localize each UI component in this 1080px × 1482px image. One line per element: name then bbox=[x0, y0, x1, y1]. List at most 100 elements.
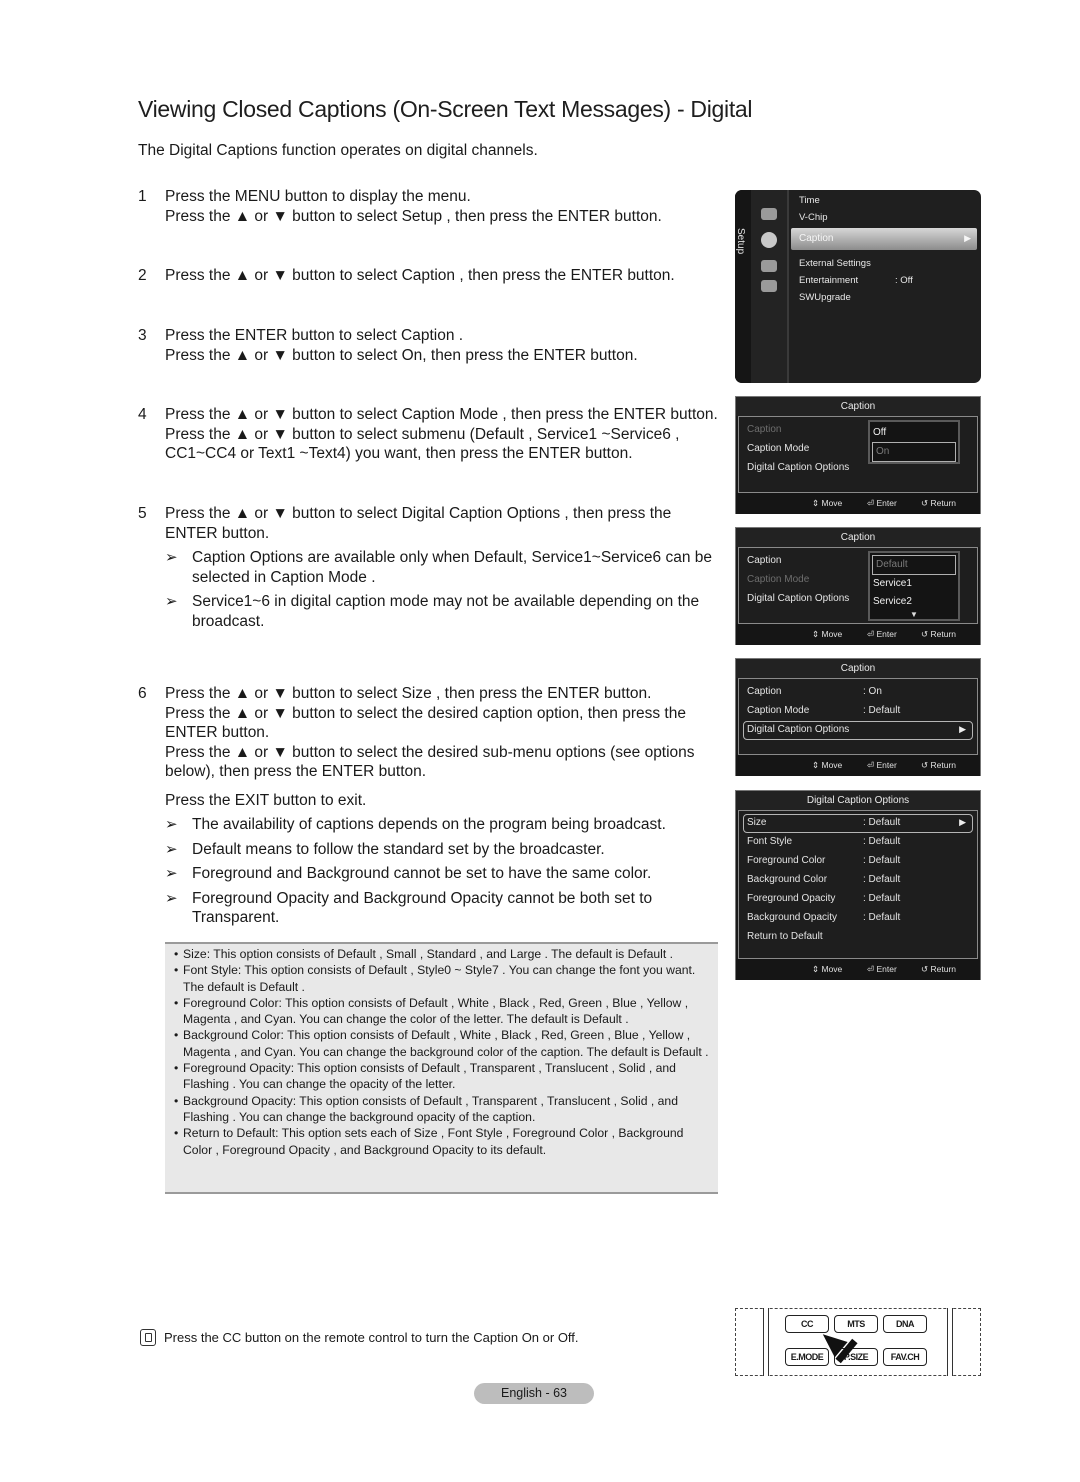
caption-dropdown[interactable]: Off On bbox=[868, 420, 960, 464]
cc-button[interactable]: CC bbox=[785, 1315, 829, 1333]
panel-body: Caption : On Caption Mode : Default ▶ Di… bbox=[738, 678, 978, 755]
options-info-box: • Size: This option consists of Default ,… bbox=[165, 942, 718, 1194]
input-icon[interactable] bbox=[761, 260, 777, 272]
row-background-color-value: : Default bbox=[863, 874, 901, 885]
caption-mode-screen: Caption Caption Caption Mode Digital Cap… bbox=[735, 527, 981, 645]
row-size-selected[interactable]: ▶ bbox=[743, 814, 973, 833]
caption-mode-dropdown[interactable]: Default Service1 Service2 ▼ bbox=[868, 551, 960, 621]
row-caption-mode-value: : Default bbox=[863, 705, 901, 716]
application-icon[interactable] bbox=[761, 280, 777, 292]
step-number: 4 bbox=[138, 406, 147, 423]
bullet: • bbox=[174, 1028, 179, 1043]
option-on[interactable]: On bbox=[872, 442, 956, 462]
setup-menu-screen: Setup Time V-Chip Caption ▶ External Set… bbox=[735, 190, 981, 383]
step-line: Press the ▲ or ▼ button to select Captio… bbox=[165, 406, 718, 423]
option-description: • Foreground Color: This option consists … bbox=[165, 995, 718, 1028]
panel-title: Digital Caption Options bbox=[736, 791, 980, 810]
step-number: 6 bbox=[138, 685, 147, 702]
note-arrow-icon: ➢ bbox=[165, 816, 178, 833]
step-line: Press the ▲ or ▼ button to select Setup … bbox=[165, 207, 662, 225]
row-caption-mode[interactable]: Caption Mode bbox=[747, 443, 809, 454]
option-off[interactable]: Off bbox=[870, 424, 958, 442]
menu-item-caption-selected[interactable]: Caption ▶ bbox=[791, 228, 977, 250]
remote-edge bbox=[947, 1308, 953, 1376]
panel-body: Caption Caption Mode Digital Caption Opt… bbox=[738, 547, 978, 624]
note-arrow-icon: ➢ bbox=[165, 889, 178, 907]
dna-button[interactable]: DNA bbox=[883, 1315, 927, 1333]
arrow-right-icon: ▶ bbox=[964, 233, 971, 243]
menu-item-time[interactable]: Time bbox=[799, 195, 820, 206]
row-foreground-color[interactable]: Foreground Color bbox=[747, 855, 825, 866]
arrow-right-icon: ▶ bbox=[959, 724, 966, 734]
row-digital-caption-options[interactable]: Digital Caption Options bbox=[747, 462, 849, 473]
picture-icon[interactable] bbox=[761, 208, 777, 220]
row-caption[interactable]: Caption bbox=[747, 686, 781, 697]
row-font-style[interactable]: Font Style bbox=[747, 836, 792, 847]
bullet: • bbox=[174, 947, 179, 961]
step-line: Press the ▲ or ▼ button to select Size ,… bbox=[165, 685, 652, 702]
row-caption[interactable]: Caption bbox=[747, 555, 781, 566]
panel-title: Caption bbox=[736, 528, 980, 547]
option-text: Size: This option consists of Default , … bbox=[183, 947, 674, 961]
page-title: Viewing Closed Captions (On-Screen Text … bbox=[138, 96, 753, 122]
remote-edge bbox=[763, 1308, 769, 1376]
option-service2[interactable]: Service2 bbox=[870, 593, 958, 611]
scroll-down-icon[interactable]: ▼ bbox=[870, 611, 958, 619]
menu-item-swupgrade[interactable]: SWUpgrade bbox=[799, 292, 851, 303]
e-mode-button[interactable]: E.MODE bbox=[785, 1348, 829, 1366]
row-caption-value: : On bbox=[863, 686, 882, 697]
step-line: Press the MENU button to display the men… bbox=[165, 188, 471, 205]
entertainment-value: : Off bbox=[895, 275, 913, 286]
cc-note-text: Press the CC button on the remote contro… bbox=[164, 1330, 579, 1345]
caption-summary-screen: Caption Caption : On Caption Mode : Defa… bbox=[735, 658, 981, 776]
caption-onoff-screen: Caption Caption Caption Mode Digital Cap… bbox=[735, 396, 981, 514]
setup-gear-icon[interactable] bbox=[761, 232, 777, 248]
move-hint: ⇕ Move bbox=[812, 760, 843, 770]
step-line: below), then press the ENTER button. bbox=[165, 763, 427, 780]
menu-item-entertainment[interactable]: Entertainment bbox=[799, 275, 858, 286]
menu-item-external-settings[interactable]: External Settings bbox=[799, 258, 871, 269]
option-service1[interactable]: Service1 bbox=[870, 575, 958, 593]
menu-icon-column bbox=[751, 190, 789, 383]
enter-hint: ⏎ Enter bbox=[867, 629, 897, 639]
move-hint: ⇕ Move bbox=[812, 629, 843, 639]
row-background-opacity-value: : Default bbox=[863, 912, 901, 923]
panel-footer: ⇕ Move ⏎ Enter ↺ Return bbox=[736, 755, 980, 776]
row-digital-caption-options[interactable]: Digital Caption Options bbox=[747, 724, 849, 735]
move-hint: ⇕ Move bbox=[812, 498, 843, 508]
row-return-to-default[interactable]: Return to Default bbox=[747, 931, 823, 942]
option-text: Font Style: This option consists of Defa… bbox=[183, 963, 696, 994]
row-foreground-color-value: : Default bbox=[863, 855, 901, 866]
bullet: • bbox=[174, 1061, 179, 1076]
row-caption-mode[interactable]: Caption Mode bbox=[747, 705, 809, 716]
remote-control-illustration: CC MTS DNA E.MODE P.SIZE FAV.CH bbox=[735, 1308, 981, 1376]
row-caption-mode[interactable]: Caption Mode bbox=[747, 574, 809, 585]
row-caption[interactable]: Caption bbox=[747, 424, 781, 435]
page-number: English - 63 bbox=[474, 1383, 594, 1404]
row-digital-caption-options[interactable]: Digital Caption Options bbox=[747, 593, 849, 604]
menu-sidebar: Setup bbox=[735, 190, 751, 383]
option-description: • Background Color: This option consists … bbox=[165, 1027, 718, 1060]
step-line: Press the ▲ or ▼ button to select the de… bbox=[165, 704, 686, 722]
row-background-color[interactable]: Background Color bbox=[747, 874, 827, 885]
fav-ch-button[interactable]: FAV.CH bbox=[883, 1348, 927, 1366]
note: ➢ The availability of captions depends o… bbox=[165, 815, 728, 835]
enter-hint: ⏎ Enter bbox=[867, 498, 897, 508]
option-default[interactable]: Default bbox=[872, 555, 956, 575]
enter-hint: ⏎ Enter bbox=[867, 760, 897, 770]
menu-item-v-chip[interactable]: V-Chip bbox=[799, 212, 828, 223]
setup-label: Setup bbox=[735, 228, 746, 255]
return-hint: ↺ Return bbox=[921, 964, 956, 974]
option-text: Foreground Opacity: This option consists… bbox=[183, 1061, 676, 1092]
row-foreground-opacity[interactable]: Foreground Opacity bbox=[747, 893, 835, 904]
row-size[interactable]: Size bbox=[747, 817, 766, 828]
cc-note: Press the CC button on the remote contro… bbox=[140, 1329, 579, 1346]
step-3: 3 Press the ENTER button to select Capti… bbox=[138, 326, 728, 365]
mts-button[interactable]: MTS bbox=[834, 1315, 878, 1333]
row-background-opacity[interactable]: Background Opacity bbox=[747, 912, 837, 923]
return-hint: ↺ Return bbox=[921, 629, 956, 639]
bullet: • bbox=[174, 1126, 179, 1141]
return-hint: ↺ Return bbox=[921, 760, 956, 770]
step-2: 2 Press the ▲ or ▼ button to select Capt… bbox=[138, 266, 728, 286]
remote-hand-icon bbox=[140, 1329, 156, 1346]
